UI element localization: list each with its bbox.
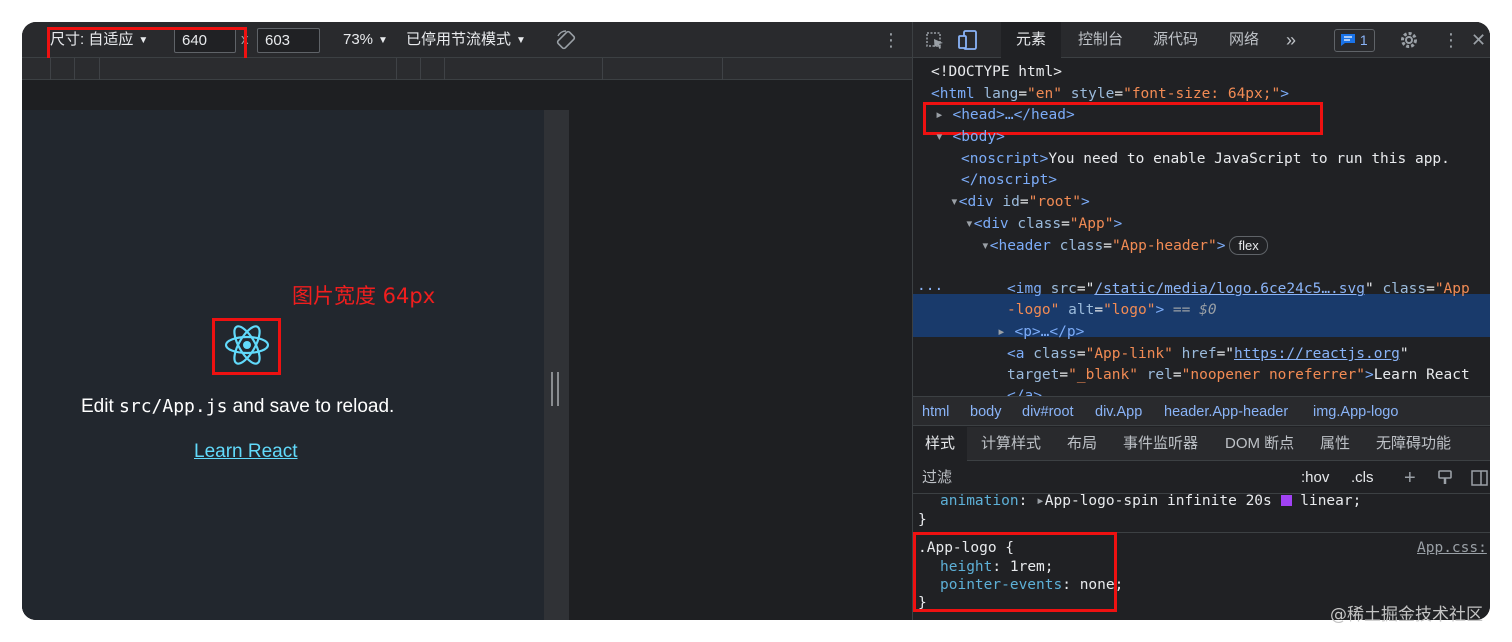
elements-tree: <!DOCTYPE html> <html lang="en" style="f…: [913, 58, 1490, 404]
settings-icon[interactable]: [1399, 22, 1419, 58]
message-icon: [1340, 32, 1360, 48]
edit-prefix: Edit: [81, 396, 120, 417]
subtab-styles[interactable]: 样式: [913, 427, 968, 461]
crumb-img[interactable]: img.App-logo: [1313, 397, 1398, 427]
crumb-app[interactable]: div.App: [1095, 397, 1142, 427]
media-query-ruler: [22, 58, 912, 80]
edit-instructions: Edit src/App.js and save to reload.: [81, 396, 394, 418]
hov-button[interactable]: :hov: [1301, 462, 1329, 494]
throttling-label: 已停用节流模式: [406, 31, 512, 48]
header-node[interactable]: ▾<header class="App-header"> flex: [981, 236, 1268, 258]
source-link[interactable]: App.css:: [1417, 539, 1487, 557]
devtools-more-icon[interactable]: ⋮: [1442, 22, 1460, 58]
device-more-icon[interactable]: ⋮: [882, 22, 900, 58]
a-node[interactable]: <a class="App-link" href="https://reactj…: [1007, 344, 1409, 366]
filter-input[interactable]: 过滤: [922, 462, 952, 494]
learn-react-link[interactable]: Learn React: [194, 441, 298, 463]
doctype-line[interactable]: <!DOCTYPE html>: [931, 62, 1062, 84]
page-preview: [22, 110, 544, 620]
flex-badge[interactable]: flex: [1229, 236, 1268, 255]
a-node-cont[interactable]: target="_blank" rel="noopener noreferrer…: [1007, 365, 1470, 387]
styles-filter-bar: 过滤 :hov .cls +: [913, 462, 1490, 494]
p-node[interactable]: ▸ <p>…</p>: [997, 322, 1084, 344]
zoom-dropdown[interactable]: 73% ▼: [343, 22, 388, 58]
root-div-node[interactable]: ▾<div id="root">: [950, 192, 1090, 214]
app-div-node[interactable]: ▾<div class="App">: [965, 214, 1122, 236]
dropdown-arrow-icon: ▼: [516, 35, 526, 46]
easing-swatch-icon[interactable]: [1280, 495, 1292, 506]
height-input[interactable]: 603: [257, 28, 320, 53]
devtools-tabbar: 元素 控制台 源代码 网络 » 1 ⋮ ✕: [913, 22, 1490, 58]
edit-code: src/App.js: [119, 396, 228, 417]
tab-network[interactable]: 网络: [1229, 22, 1259, 58]
head-node[interactable]: ▸ <head>…</head>: [935, 105, 1075, 127]
width-annotation: 图片宽度 64px: [292, 284, 436, 308]
resize-handle-area[interactable]: [544, 110, 569, 620]
throttling-dropdown[interactable]: 已停用节流模式 ▼: [406, 22, 526, 58]
devtools-panel: 元素 控制台 源代码 网络 » 1 ⋮ ✕ <!DOCTYPE html> <h…: [912, 22, 1490, 620]
css-highlight-box: [913, 532, 1117, 612]
crumb-root[interactable]: div#root: [1022, 397, 1074, 427]
zoom-label: 73%: [343, 31, 374, 48]
breadcrumb: html body div#root div.App header.App-he…: [913, 396, 1490, 426]
tab-elements[interactable]: 元素: [1001, 22, 1062, 58]
close-icon[interactable]: ✕: [1471, 22, 1486, 58]
device-toggle-icon[interactable]: [957, 22, 979, 58]
img-node[interactable]: <img src="/static/media/logo.6ce24c5….sv…: [1007, 279, 1470, 301]
subtab-accessibility[interactable]: 无障碍功能: [1376, 427, 1451, 461]
cls-button[interactable]: .cls: [1351, 462, 1374, 494]
rule-close-brace: }: [918, 512, 927, 528]
tab-sources[interactable]: 源代码: [1153, 22, 1198, 58]
body-node[interactable]: ▾ <body>: [935, 127, 1005, 149]
crumb-html[interactable]: html: [922, 397, 949, 427]
watermark: @稀土掘金技术社区: [1330, 605, 1483, 625]
node-ellipsis-icon[interactable]: ···: [917, 280, 943, 302]
animation-declaration[interactable]: animation: ▸App-logo-spin infinite 20s l…: [940, 492, 1361, 510]
logo-highlight-box: [212, 318, 281, 375]
rotate-icon[interactable]: [556, 22, 576, 58]
issues-badge[interactable]: 1: [1334, 29, 1375, 52]
subtab-dom-breakpoints[interactable]: DOM 断点: [1225, 427, 1294, 461]
inspect-icon[interactable]: [925, 22, 945, 58]
resize-grip-icon[interactable]: [551, 372, 559, 406]
subtab-properties[interactable]: 属性: [1320, 427, 1350, 461]
subtab-computed[interactable]: 计算样式: [981, 427, 1041, 461]
dropdown-arrow-icon: ▼: [378, 35, 388, 46]
img-node-cont[interactable]: -logo" alt="logo"> == $0: [1007, 300, 1217, 322]
noscript-close: </noscript>: [961, 172, 1058, 188]
crumb-body[interactable]: body: [970, 397, 1001, 427]
issues-count: 1: [1359, 32, 1368, 48]
crumb-header[interactable]: header.App-header: [1164, 397, 1288, 427]
noscript-node[interactable]: <noscript>You need to enable JavaScript …: [961, 149, 1450, 171]
tab-console[interactable]: 控制台: [1078, 22, 1123, 58]
browser-window: 尺寸: 自适应 ▼ 640 x 603 73% ▼ 已停用节流模式 ▼ ⋮ 图片…: [22, 22, 1490, 620]
subtab-layout[interactable]: 布局: [1067, 427, 1097, 461]
more-tabs-icon[interactable]: »: [1286, 22, 1296, 58]
styles-subtabs: 样式 计算样式 布局 事件监听器 DOM 断点 属性 无障碍功能: [913, 427, 1490, 461]
add-rule-icon[interactable]: +: [1404, 462, 1416, 494]
subtab-listeners[interactable]: 事件监听器: [1123, 427, 1198, 461]
edit-suffix: and save to reload.: [227, 396, 395, 417]
